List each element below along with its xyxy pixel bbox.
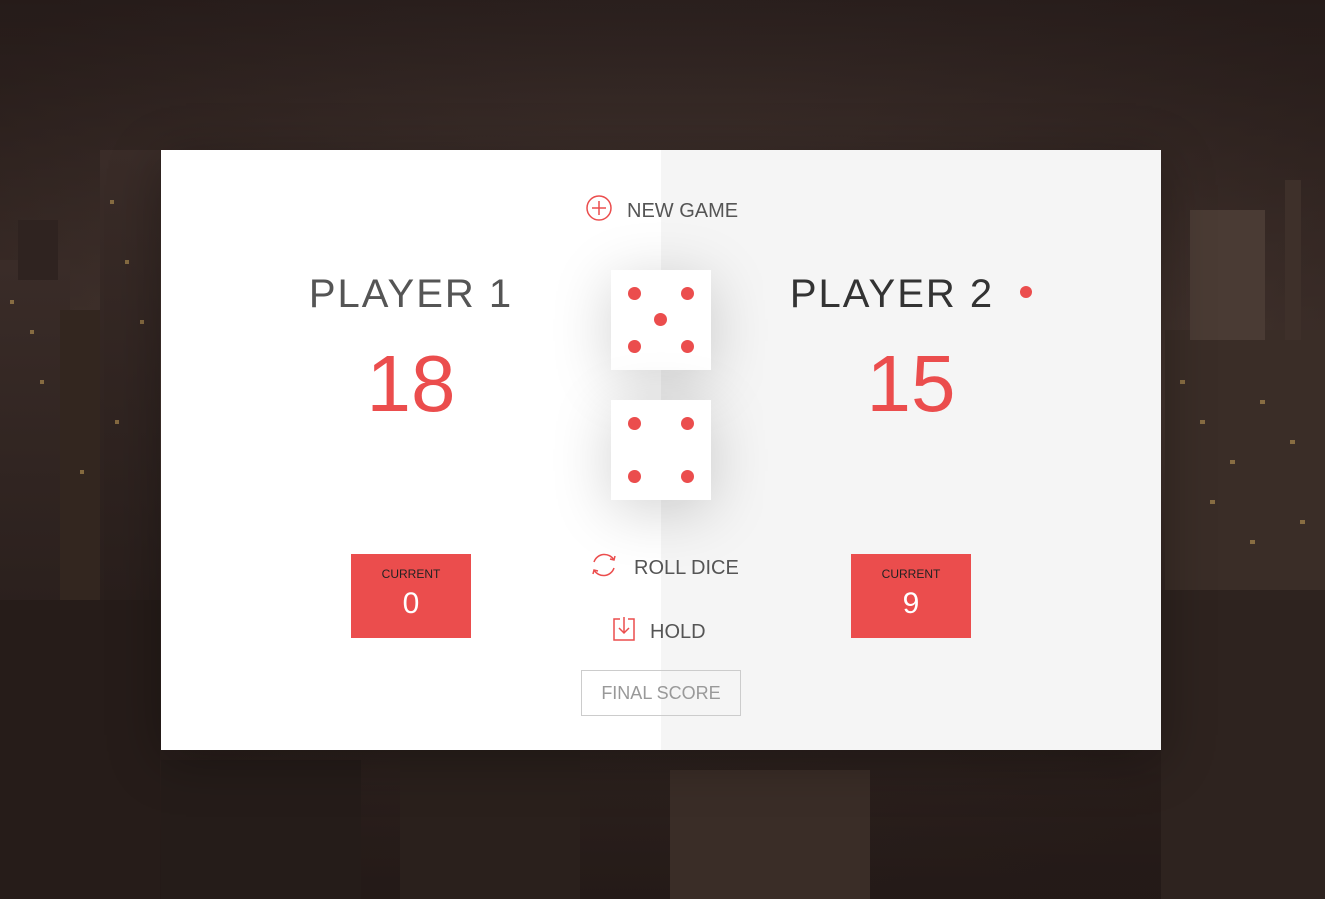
game-board: PLAYER 1 18 CURRENT 0 PLAYER 2 15 CURREN… bbox=[161, 150, 1161, 750]
roll-dice-label: ROLL DICE bbox=[634, 556, 739, 579]
player-1-name: PLAYER 1 bbox=[308, 272, 514, 316]
plus-circle-icon bbox=[585, 194, 613, 228]
download-icon bbox=[612, 616, 636, 648]
new-game-label: NEW GAME bbox=[627, 199, 739, 222]
dice-2 bbox=[611, 400, 711, 500]
dice-pip bbox=[628, 340, 641, 353]
dice-pip bbox=[628, 287, 641, 300]
player-1-current-box: CURRENT 0 bbox=[351, 554, 471, 638]
player-1-current-label: CURRENT bbox=[381, 567, 441, 581]
player-2-name-row: PLAYER 2 bbox=[661, 272, 1161, 317]
player-2-current-label: CURRENT bbox=[881, 567, 941, 581]
dice-pip bbox=[681, 470, 694, 483]
dice-pip bbox=[681, 287, 694, 300]
player-2-current-box: CURRENT 9 bbox=[851, 554, 971, 638]
dice-pip bbox=[628, 470, 641, 483]
active-dot-icon bbox=[1020, 286, 1033, 299]
dice-pip bbox=[654, 313, 667, 326]
dice-1 bbox=[611, 270, 711, 370]
dice-pip bbox=[681, 340, 694, 353]
player-2-current-score: 9 bbox=[902, 587, 920, 620]
roll-dice-button[interactable]: ROLL DICE bbox=[588, 550, 739, 586]
dice-pip bbox=[681, 417, 694, 430]
player-1-current-score: 0 bbox=[402, 587, 420, 620]
player-2-score: 15 bbox=[866, 339, 956, 428]
final-score-input[interactable] bbox=[581, 670, 741, 716]
refresh-icon bbox=[588, 550, 620, 586]
player-2-name: PLAYER 2 bbox=[789, 272, 995, 316]
dice-pip bbox=[628, 417, 641, 430]
player-1-panel: PLAYER 1 18 CURRENT 0 bbox=[161, 150, 661, 750]
player-2-panel: PLAYER 2 15 CURRENT 9 bbox=[661, 150, 1161, 750]
hold-label: HOLD bbox=[650, 620, 706, 643]
hold-button[interactable]: HOLD bbox=[612, 616, 706, 648]
player-1-score: 18 bbox=[366, 339, 456, 428]
new-game-button[interactable]: NEW GAME bbox=[585, 194, 738, 228]
